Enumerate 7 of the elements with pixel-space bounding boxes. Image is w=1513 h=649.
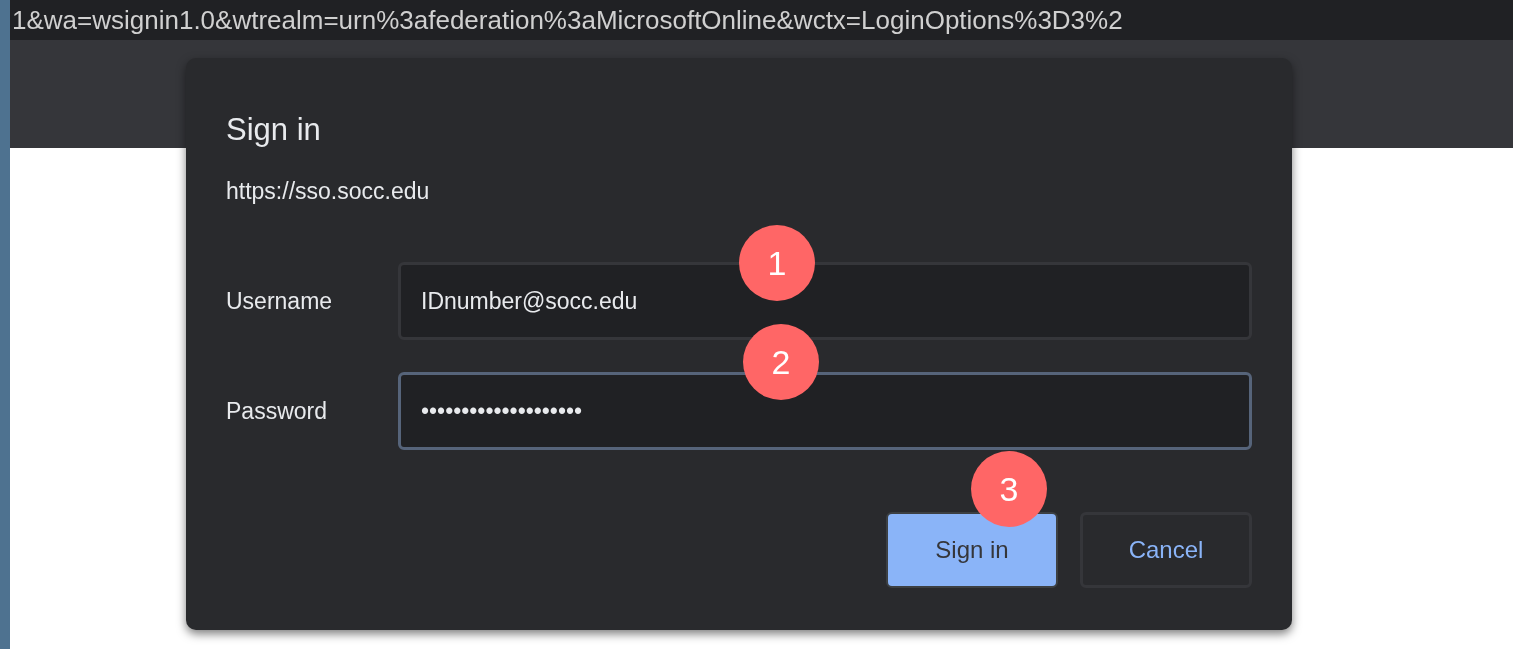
sign-in-button[interactable]: Sign in — [886, 512, 1058, 588]
field-label: Username — [226, 286, 334, 316]
site-address: https://sso.socc.edu — [226, 177, 431, 206]
cancel-button[interactable]: Cancel — [1080, 512, 1252, 588]
dialog-title: Sign in — [226, 111, 322, 149]
field-label: Password — [226, 396, 328, 426]
address-bar[interactable]: 1&wa=wsignin1.0&wtrealm=urn%3afederation%3aMicrosoftOnline&wctx=LoginOptions%3D3%2 — [10, 0, 1513, 40]
